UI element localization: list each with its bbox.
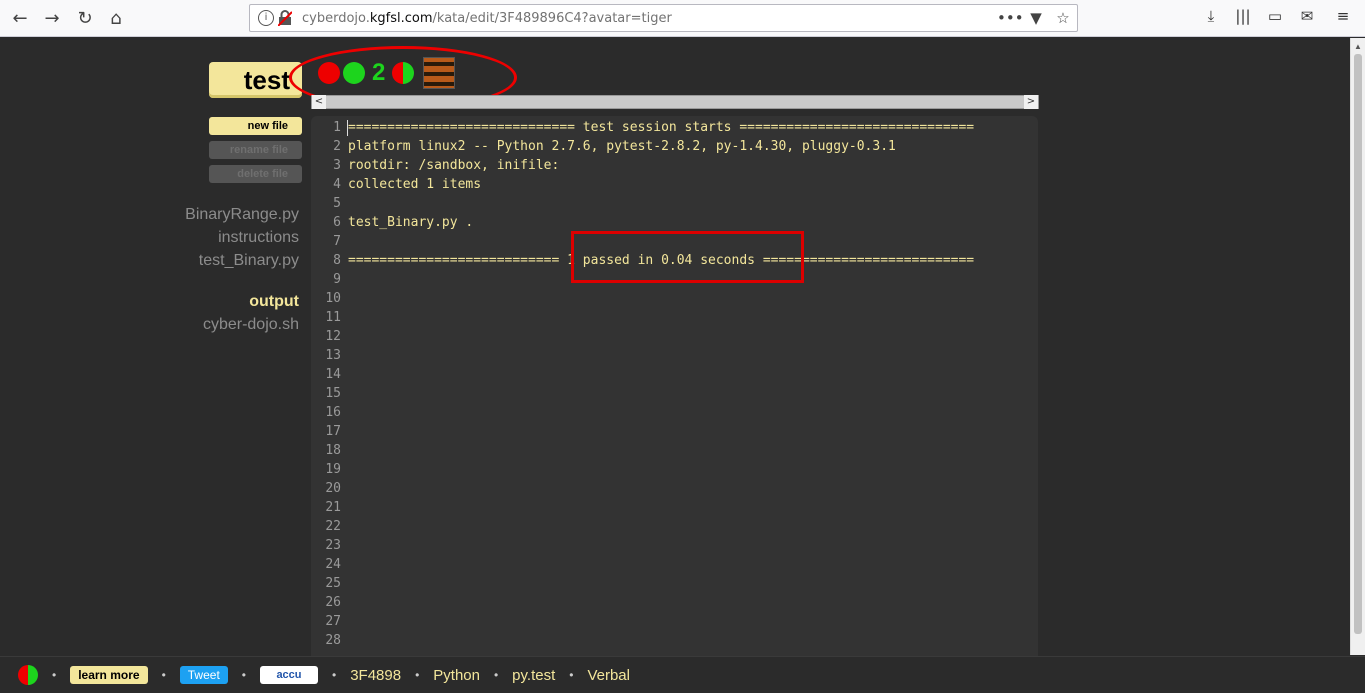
downloads-icon[interactable]: ⤓ xyxy=(1200,7,1222,29)
output-editor[interactable]: 1 2 3 4 5 6 7 8 9 10 11 12 13 14 15 16 17 18 19 20 21 22 23 24 2… xyxy=(311,116,1038,657)
browser-toolbar: ← → ↻ ⌂ i cyberdojo.kgfsl.com/kata/edit/… xyxy=(0,0,1365,37)
line-number: 10 xyxy=(325,291,341,306)
file-cyber-dojo-sh[interactable]: cyber-dojo.sh xyxy=(203,316,299,334)
rename-file-button[interactable]: rename file xyxy=(209,141,302,159)
file-output[interactable]: output xyxy=(249,293,299,311)
line-number: 17 xyxy=(325,424,341,439)
line-number: 6 xyxy=(333,215,341,230)
pocket-icon[interactable]: ▼ xyxy=(1026,9,1046,29)
line-number: 27 xyxy=(325,614,341,629)
url-bar[interactable]: i cyberdojo.kgfsl.com/kata/edit/3F489896… xyxy=(249,4,1078,32)
line-number: 20 xyxy=(325,481,341,496)
new-file-button[interactable]: new file xyxy=(209,117,302,135)
url-text[interactable]: cyberdojo.kgfsl.com/kata/edit/3F489896C4… xyxy=(302,11,672,26)
page-scrollbar[interactable]: ▲ xyxy=(1350,38,1365,655)
file-test-binary[interactable]: test_Binary.py xyxy=(199,252,299,270)
line-number: 23 xyxy=(325,538,341,553)
line-number: 26 xyxy=(325,595,341,610)
footer-bar: • learn more • Tweet • accu • 3F4898 • P… xyxy=(0,656,1365,693)
highlight-box xyxy=(571,231,804,283)
line-number: 11 xyxy=(325,310,341,325)
tweet-button[interactable]: Tweet xyxy=(179,666,228,684)
line-number: 13 xyxy=(325,348,341,363)
accu-logo-link[interactable]: accu xyxy=(259,666,318,684)
language-label: Python xyxy=(433,666,480,684)
reload-icon[interactable]: ↻ xyxy=(73,6,97,30)
delete-file-button[interactable]: delete file xyxy=(209,165,302,183)
file-binaryrange[interactable]: BinaryRange.py xyxy=(185,206,299,224)
info-icon[interactable]: i xyxy=(258,10,274,26)
line-number: 9 xyxy=(333,272,341,287)
home-icon[interactable]: ⌂ xyxy=(104,6,128,30)
back-icon[interactable]: ← xyxy=(8,6,32,30)
bookmark-star-icon[interactable]: ☆ xyxy=(1053,9,1073,29)
line-number: 4 xyxy=(333,177,341,192)
line-number: 2 xyxy=(333,139,341,154)
test-framework-label: py.test xyxy=(512,666,556,684)
test-button[interactable]: test xyxy=(209,62,302,98)
text-caret xyxy=(347,120,348,136)
menu-icon[interactable]: ≡ xyxy=(1332,7,1354,29)
line-number: 1 xyxy=(333,120,341,135)
line-number: 3 xyxy=(333,158,341,173)
exercise-label: Verbal xyxy=(587,666,630,684)
line-number: 19 xyxy=(325,462,341,477)
editor-horizontal-scrollbar[interactable]: < > xyxy=(311,95,1039,109)
code-line: test_Binary.py . xyxy=(348,215,474,230)
forward-icon[interactable]: → xyxy=(40,6,64,30)
code-line: ============================= test sessi… xyxy=(348,120,975,135)
kata-id: 3F4898 xyxy=(350,666,402,684)
line-number: 21 xyxy=(325,500,341,515)
line-number: 12 xyxy=(325,329,341,344)
line-number: 14 xyxy=(325,367,341,382)
line-number: 22 xyxy=(325,519,341,534)
mail-icon[interactable]: ✉ xyxy=(1296,7,1318,29)
line-number: 8 xyxy=(333,253,341,268)
code-line: rootdir: /sandbox, inifile: xyxy=(348,158,560,173)
line-number: 15 xyxy=(325,386,341,401)
line-number: 7 xyxy=(333,234,341,249)
line-number: 28 xyxy=(325,633,341,648)
library-icon[interactable]: ||| xyxy=(1232,7,1254,29)
line-number: 5 xyxy=(333,196,341,211)
file-instructions[interactable]: instructions xyxy=(218,229,299,247)
learn-more-button[interactable]: learn more xyxy=(70,666,148,684)
line-number: 16 xyxy=(325,405,341,420)
page-actions-icon[interactable]: ••• xyxy=(997,9,1024,29)
code-line: platform linux2 -- Python 2.7.6, pytest-… xyxy=(348,139,896,154)
output-text[interactable]: ============================= test sessi… xyxy=(348,118,1038,650)
code-line: collected 1 items xyxy=(348,177,482,192)
kata-editor-page: ▲ test 2 new file rename file delete fil… xyxy=(0,38,1365,693)
line-number: 18 xyxy=(325,443,341,458)
line-number-gutter: 1 2 3 4 5 6 7 8 9 10 11 12 13 14 15 16 17 18 19 20 21 22 23 24 2… xyxy=(311,118,343,650)
insecure-lock-icon xyxy=(278,10,292,26)
sidebar-icon[interactable]: ▭ xyxy=(1264,7,1286,29)
line-number: 25 xyxy=(325,576,341,591)
line-number: 24 xyxy=(325,557,341,572)
cyber-dojo-logo-icon[interactable] xyxy=(18,665,38,685)
